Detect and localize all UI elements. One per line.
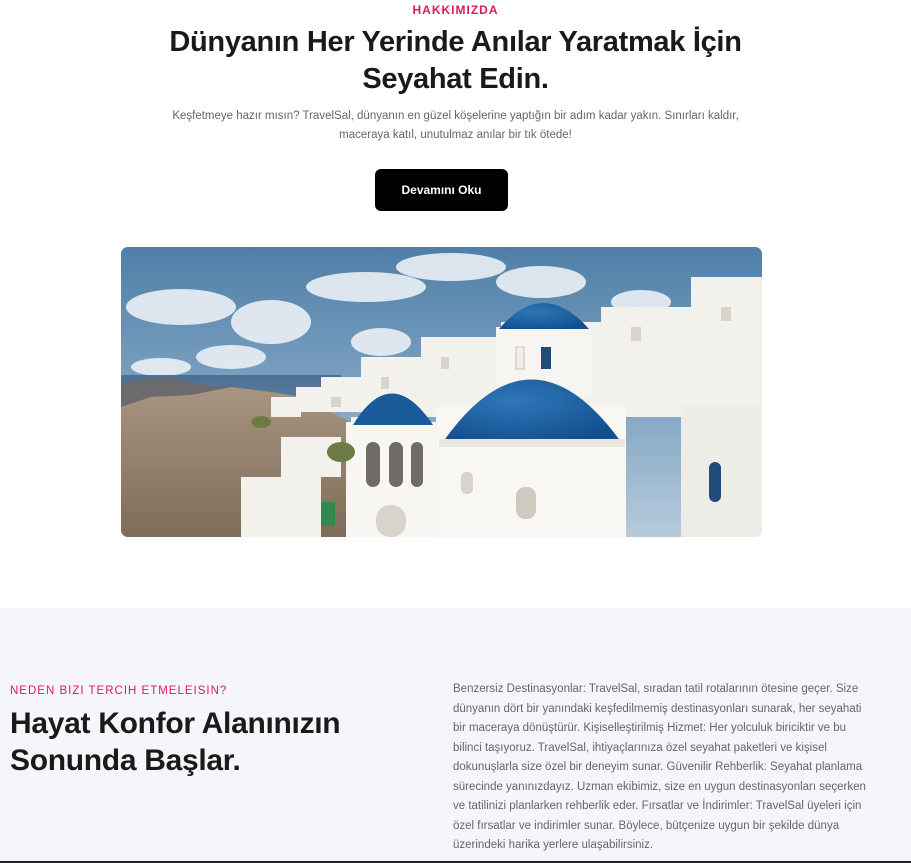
read-more-button[interactable]: Devamını Oku [375, 169, 508, 211]
why-title: Hayat Konfor Alanınızın Sonunda Başlar. [10, 707, 341, 777]
why-us-section: NEDEN BIZI TERCIH ETMELEISIN? Hayat Konf… [0, 608, 911, 863]
about-section: HAKKIMIZDA Dünyanın Her Yerinde Anılar Y… [0, 0, 911, 608]
hero-image [121, 247, 762, 537]
about-headline: Dünyanın Her Yerinde Anılar Yaratmak İçi… [169, 26, 742, 95]
why-eyebrow: NEDEN BIZI TERCIH ETMELEISIN? [10, 685, 228, 697]
about-eyebrow: HAKKIMIZDA [412, 3, 499, 17]
why-body: Benzersiz Destinasyonlar: TravelSal, sır… [453, 683, 866, 851]
about-description: Keşfetmeye hazır mısın? TravelSal, dünya… [172, 110, 739, 141]
